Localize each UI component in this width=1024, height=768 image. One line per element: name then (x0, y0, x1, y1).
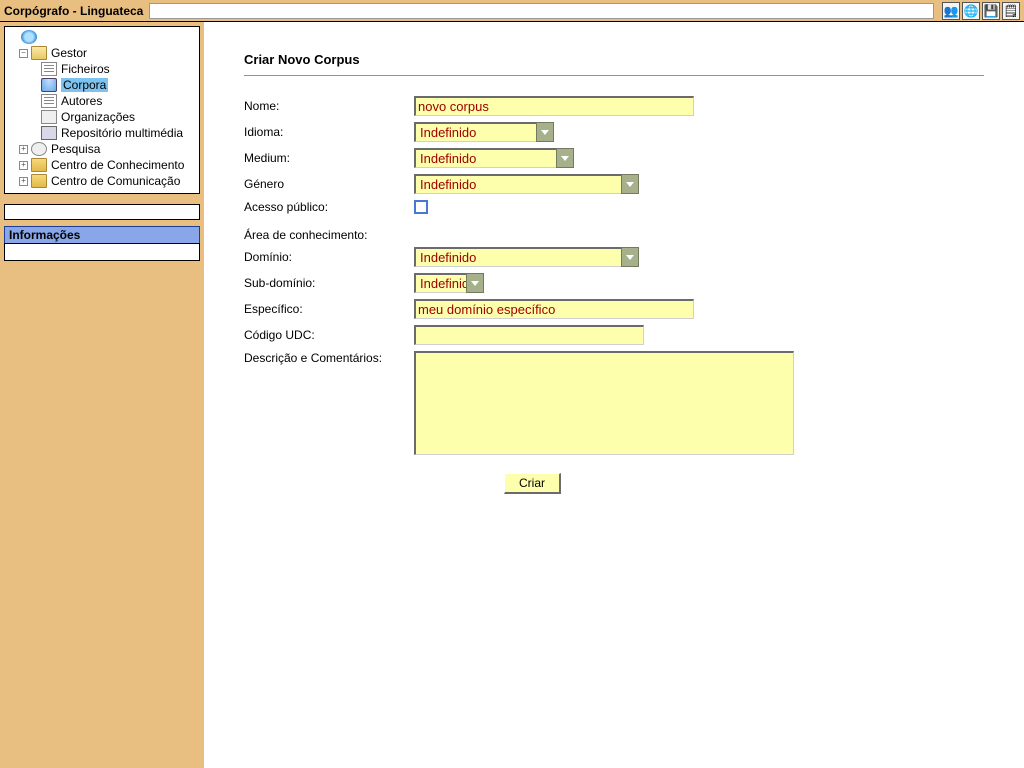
label-genero: Género (244, 177, 414, 191)
tree-panel: − Gestor Ficheiros Corpora Autores (4, 26, 200, 194)
chevron-down-icon[interactable] (621, 247, 639, 267)
sidebar-spacer (4, 204, 200, 220)
globe-icon[interactable]: 🌐 (962, 2, 980, 20)
world-icon (21, 30, 37, 44)
author-icon (41, 94, 57, 108)
corpus-icon (41, 78, 57, 92)
info-panel-body (4, 243, 200, 261)
create-button[interactable]: Criar (504, 473, 561, 494)
info-panel-header: Informações (4, 226, 200, 243)
toolbar-icons: 👥 🌐 💾 🗒 (942, 2, 1020, 20)
tree-item-autores[interactable]: Autores (7, 93, 197, 109)
label-acesso-publico: Acesso público: (244, 200, 414, 214)
folder-icon (31, 174, 47, 188)
note-icon[interactable]: 🗒 (1002, 2, 1020, 20)
tree-item-centro-comunicacao[interactable]: + Centro de Comunicação (7, 173, 197, 189)
input-codigo-udc[interactable] (414, 325, 644, 345)
divider (244, 75, 984, 76)
checkbox-acesso-publico[interactable] (414, 200, 428, 214)
label-nome: Nome: (244, 99, 414, 113)
tree-root[interactable] (7, 29, 197, 45)
expand-icon[interactable]: + (19, 161, 28, 170)
expand-icon[interactable]: + (19, 177, 28, 186)
app-title: Corpógrafo - Linguateca (4, 4, 143, 18)
select-genero[interactable]: Indefinido (414, 174, 639, 194)
sidebar: − Gestor Ficheiros Corpora Autores (0, 22, 204, 768)
select-dominio[interactable]: Indefinido (414, 247, 639, 267)
input-nome[interactable] (414, 96, 694, 116)
expand-icon[interactable]: + (19, 145, 28, 154)
search-icon (31, 142, 47, 156)
chevron-down-icon[interactable] (556, 148, 574, 168)
tree-item-pesquisa[interactable]: + Pesquisa (7, 141, 197, 157)
chevron-down-icon[interactable] (536, 122, 554, 142)
folder-icon (31, 158, 47, 172)
multimedia-icon (41, 126, 57, 140)
top-bar: Corpógrafo - Linguateca 👥 🌐 💾 🗒 (0, 0, 1024, 22)
tree-item-ficheiros[interactable]: Ficheiros (7, 61, 197, 77)
label-codigo-udc: Código UDC: (244, 328, 414, 342)
people-icon (41, 110, 57, 124)
main-content: Criar Novo Corpus Nome: Idioma: Indefini… (204, 22, 1024, 768)
tree-item-gestor[interactable]: − Gestor (7, 45, 197, 61)
users-icon[interactable]: 👥 (942, 2, 960, 20)
file-icon (41, 62, 57, 76)
tree-item-centro-conhecimento[interactable]: + Centro de Conhecimento (7, 157, 197, 173)
textarea-descricao[interactable] (414, 351, 794, 455)
select-medium[interactable]: Indefinido (414, 148, 574, 168)
label-subdominio: Sub-domínio: (244, 276, 414, 290)
page-title: Criar Novo Corpus (244, 52, 984, 67)
label-area: Área de conhecimento: (244, 228, 984, 242)
label-especifico: Específico: (244, 302, 414, 316)
tree-item-repositorio[interactable]: Repositório multimédia (7, 125, 197, 141)
chevron-down-icon[interactable] (621, 174, 639, 194)
label-dominio: Domínio: (244, 250, 414, 264)
select-idioma[interactable]: Indefinido (414, 122, 554, 142)
label-descricao: Descrição e Comentários: (244, 351, 414, 365)
chevron-down-icon[interactable] (466, 273, 484, 293)
input-especifico[interactable] (414, 299, 694, 319)
top-search-input[interactable] (149, 3, 934, 19)
label-idioma: Idioma: (244, 125, 414, 139)
select-subdominio[interactable]: Indefinido (414, 273, 484, 293)
label-medium: Medium: (244, 151, 414, 165)
tree-item-corpora[interactable]: Corpora (7, 77, 197, 93)
disk-icon[interactable]: 💾 (982, 2, 1000, 20)
folder-open-icon (31, 46, 47, 60)
tree-item-organizacoes[interactable]: Organizações (7, 109, 197, 125)
collapse-icon[interactable]: − (19, 49, 28, 58)
